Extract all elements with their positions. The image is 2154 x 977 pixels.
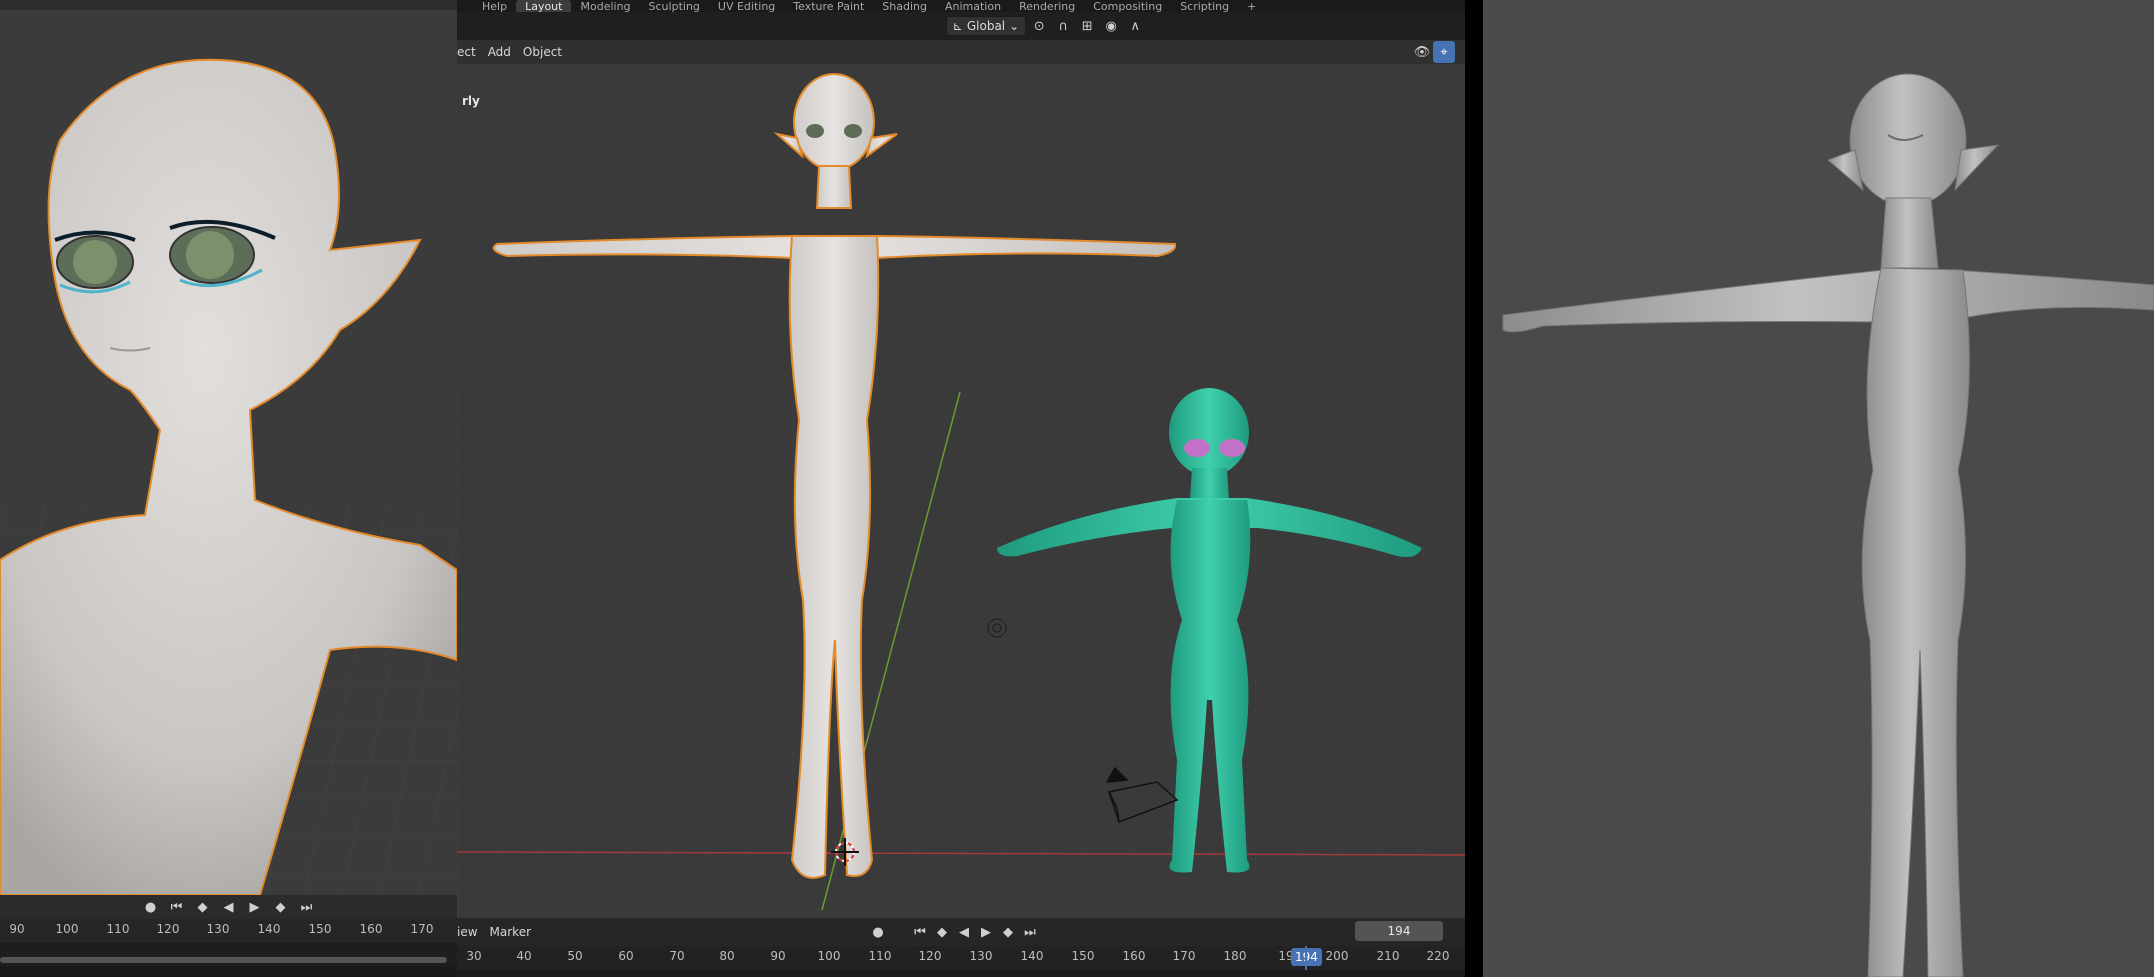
left-timeline-scrollbar[interactable] <box>0 943 457 967</box>
ruler-tick: 130 <box>969 949 993 963</box>
ruler-tick: 80 <box>719 949 735 963</box>
ruler-tick: 110 <box>106 922 130 936</box>
right-viewport[interactable] <box>1483 0 2154 977</box>
viewport-mode-label: rly <box>462 94 480 108</box>
chevron-down-icon: ⌄ <box>1009 19 1020 33</box>
snap-target-icon[interactable]: ⊞ <box>1076 15 1098 37</box>
scene-characters <box>492 73 1422 879</box>
gizmo-icon[interactable]: ⌖ <box>1433 41 1455 63</box>
add-menu[interactable]: Add <box>482 41 517 63</box>
transform-toolbar: ⊾ Global ⌄ ⊙ ∩ ⊞ ◉ ∧ <box>457 12 1465 40</box>
ruler-tick: 180 <box>1223 949 1247 963</box>
ruler-tick: 220 <box>1426 949 1450 963</box>
jump-start-icon[interactable]: ⏮ <box>909 921 931 943</box>
left-frame-ruler[interactable]: 90 100 110 120 130 140 150 160 170 <box>0 919 457 943</box>
tab-sculpting[interactable]: Sculpting <box>640 0 709 12</box>
tab-rendering[interactable]: Rendering <box>1010 0 1084 12</box>
tab-texture-paint[interactable]: Texture Paint <box>784 0 873 12</box>
next-keyframe-icon[interactable]: ◆ <box>997 921 1019 943</box>
ruler-tick: 160 <box>1122 949 1146 963</box>
ruler-tick: 140 <box>1020 949 1044 963</box>
character-closeup <box>0 58 457 895</box>
ruler-tick: 60 <box>618 949 634 963</box>
ruler-tick: 40 <box>516 949 532 963</box>
circle-dot-icon[interactable]: ◉ <box>1100 15 1122 37</box>
camera-object <box>1105 766 1179 823</box>
window-gutter <box>1465 0 1483 977</box>
falloff-icon[interactable]: ∧ <box>1124 15 1146 37</box>
ruler-tick: 70 <box>669 949 685 963</box>
jump-end-icon[interactable]: ⏭ <box>296 896 318 918</box>
current-frame-field[interactable]: 194 <box>1355 921 1443 941</box>
record-icon[interactable]: ● <box>867 921 889 943</box>
magnet-icon[interactable]: ∩ <box>1052 15 1074 37</box>
add-workspace-button[interactable]: + <box>1238 0 1265 12</box>
prev-keyframe-icon[interactable]: ◆ <box>192 896 214 918</box>
tab-uv-editing[interactable]: UV Editing <box>709 0 784 12</box>
left-playback-controls: ● ⏮ ◆ ◀ ▶ ◆ ⏭ <box>0 895 457 919</box>
ruler-tick: 160 <box>359 922 383 936</box>
ruler-tick: 170 <box>1172 949 1196 963</box>
object-menu[interactable]: Object <box>517 41 568 63</box>
ruler-tick: 90 <box>770 949 786 963</box>
workspace-tabs: Help Layout Modeling Sculpting UV Editin… <box>457 0 1465 12</box>
ruler-tick: 170 <box>410 922 434 936</box>
white-character <box>492 73 1177 879</box>
jump-end-icon[interactable]: ⏭ <box>1019 921 1041 943</box>
play-reverse-icon[interactable]: ◀ <box>218 896 240 918</box>
ruler-tick: 210 <box>1376 949 1400 963</box>
timeline-marker-menu[interactable]: Marker <box>484 921 537 943</box>
ruler-tick: 130 <box>206 922 230 936</box>
eye-icon[interactable]: 👁 <box>1411 41 1433 63</box>
select-menu[interactable]: ect <box>457 41 482 63</box>
timeline-scrollbar[interactable] <box>457 970 1465 977</box>
green-character <box>997 388 1422 873</box>
transform-orientation-select[interactable]: ⊾ Global ⌄ <box>945 16 1027 36</box>
transform-orientation-label: Global <box>966 19 1006 33</box>
tab-compositing[interactable]: Compositing <box>1084 0 1171 12</box>
play-icon[interactable]: ▶ <box>975 921 997 943</box>
viewport-header: ect Add Object 👁 ⌖ <box>457 40 1465 64</box>
timeline-view-menu[interactable]: iew <box>457 921 484 943</box>
play-icon[interactable]: ▶ <box>244 896 266 918</box>
ruler-tick: 120 <box>156 922 180 936</box>
left-header <box>0 0 457 10</box>
main-3d-viewport[interactable]: rly Help Layout Modeling Sculpting UV Ed… <box>457 0 1465 977</box>
frame-ruler[interactable]: 30 40 50 60 70 80 90 100 110 120 130 140… <box>457 946 1465 970</box>
tab-scripting[interactable]: Scripting <box>1171 0 1238 12</box>
sculpt-mesh-view <box>1502 73 2154 977</box>
ruler-tick: 150 <box>1071 949 1095 963</box>
ruler-tick: 200 <box>1325 949 1349 963</box>
record-icon[interactable]: ● <box>140 896 162 918</box>
prev-keyframe-icon[interactable]: ◆ <box>931 921 953 943</box>
tab-layout[interactable]: Layout <box>516 0 572 12</box>
ruler-tick: 100 <box>817 949 841 963</box>
ruler-tick: 140 <box>257 922 281 936</box>
ruler-tick: 100 <box>55 922 79 936</box>
timeline-header: iew Marker ● ⏮ ◆ ◀ ▶ ◆ ⏭ 194 <box>457 918 1465 946</box>
tab-help[interactable]: Help <box>473 0 516 12</box>
ruler-tick: 120 <box>918 949 942 963</box>
axes-icon: ⊾ <box>952 19 963 33</box>
jump-start-icon[interactable]: ⏮ <box>166 896 188 918</box>
play-reverse-icon[interactable]: ◀ <box>953 921 975 943</box>
light-object <box>987 618 1007 638</box>
left-status-bar <box>0 967 457 977</box>
tab-modeling[interactable]: Modeling <box>571 0 639 12</box>
pivot-point-icon[interactable]: ⊙ <box>1028 15 1050 37</box>
next-keyframe-icon[interactable]: ◆ <box>270 896 292 918</box>
ruler-tick: 30 <box>466 949 482 963</box>
ruler-tick: 110 <box>868 949 892 963</box>
tab-shading[interactable]: Shading <box>873 0 936 12</box>
ruler-tick: 50 <box>567 949 583 963</box>
tab-animation[interactable]: Animation <box>936 0 1010 12</box>
ruler-tick: 90 <box>9 922 25 936</box>
left-3d-viewport[interactable]: ● ⏮ ◆ ◀ ▶ ◆ ⏭ 90 100 110 120 130 140 150… <box>0 0 457 977</box>
ruler-tick: 150 <box>308 922 332 936</box>
